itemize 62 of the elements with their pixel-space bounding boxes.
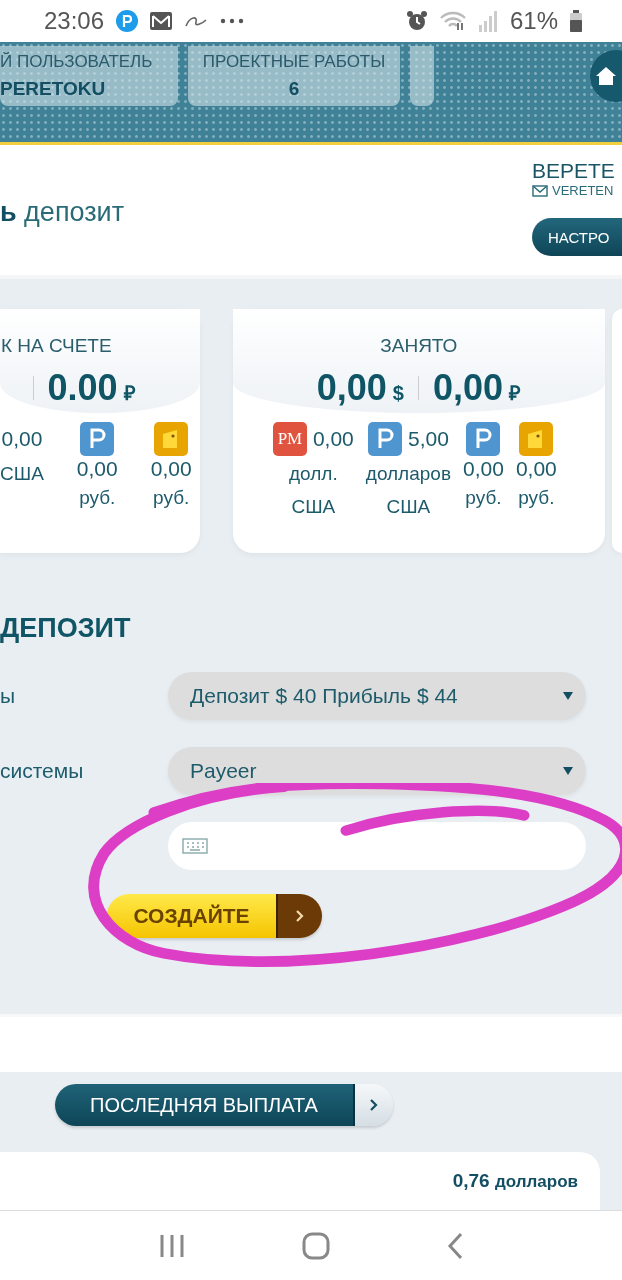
chevron-icon bbox=[296, 910, 304, 922]
p-notification-icon bbox=[116, 10, 139, 32]
settings-button[interactable]: НАСТРО bbox=[532, 218, 622, 256]
wallet-amount: 0,00 bbox=[150, 457, 192, 481]
wallet-amount: 5,00 bbox=[407, 427, 449, 451]
wallet-unit: США bbox=[0, 462, 44, 486]
field-label: ы bbox=[0, 684, 17, 708]
chevron-icon bbox=[370, 1099, 378, 1111]
squiggle-icon bbox=[184, 14, 209, 28]
wallet-amount: 0,00 bbox=[312, 427, 354, 451]
wallet-amount: 0,00 bbox=[1, 426, 43, 452]
wallet-icon bbox=[519, 422, 554, 456]
recent-apps-icon[interactable] bbox=[158, 1232, 185, 1259]
wallet-unit: долларов bbox=[365, 462, 451, 486]
section-heading: ДЕПОЗИТ bbox=[0, 613, 132, 644]
caret-icon bbox=[562, 766, 574, 776]
wallet-unit: руб. bbox=[153, 486, 190, 510]
home-nav-icon[interactable] bbox=[302, 1231, 330, 1260]
user-name: ВЕРЕТЕ bbox=[532, 159, 615, 183]
select-field[interactable]: Депозит $ 40 Прибыль $ 44 bbox=[168, 672, 586, 720]
wallet-amount: 0,00 bbox=[463, 457, 504, 481]
stat-label: Й ПОЛЬЗОВАТЕЛЬ bbox=[0, 52, 153, 72]
p-logo-icon bbox=[367, 422, 402, 456]
alarm-icon bbox=[405, 10, 428, 32]
total-amount: 0.00 ₽ bbox=[47, 367, 136, 409]
wallet-icon bbox=[154, 422, 189, 456]
card-title: К НА СЧЕТЕ bbox=[0, 335, 113, 357]
mail-icon bbox=[532, 184, 548, 197]
total-amount: 0,00 $ bbox=[316, 367, 404, 409]
wallet-amount: 0,00 bbox=[76, 457, 118, 481]
wallet-unit: руб. bbox=[465, 486, 502, 510]
payout-amount: 0,76 долларов bbox=[452, 1170, 578, 1192]
p-logo-icon bbox=[466, 422, 501, 456]
stat-value: PERETOKU bbox=[0, 78, 106, 100]
user-email: VERETEN bbox=[532, 183, 614, 198]
wallet-unit: США bbox=[386, 495, 431, 519]
status-time: 23:06 bbox=[44, 7, 105, 35]
wallet-unit: руб. bbox=[79, 486, 116, 510]
page-title: ь депозит bbox=[0, 197, 125, 229]
back-icon[interactable] bbox=[447, 1231, 464, 1260]
wallet-unit: долл. bbox=[289, 462, 338, 486]
battery-percent: 61% bbox=[509, 7, 558, 35]
signal-icon bbox=[477, 10, 498, 32]
stat-value: 6 bbox=[288, 78, 300, 100]
field-label: системы bbox=[0, 759, 85, 783]
pm-logo: PM bbox=[272, 422, 307, 456]
stat-panel bbox=[410, 46, 434, 106]
wallet-unit: США bbox=[291, 495, 336, 519]
total-amount: 0,00 ₽ bbox=[432, 367, 521, 409]
home-icon bbox=[594, 64, 618, 88]
more-icon bbox=[220, 18, 245, 24]
stat-label: ПРОЕКТНЫЕ РАБОТЫ bbox=[202, 52, 386, 72]
input-field[interactable] bbox=[168, 822, 586, 870]
wallet-amount: 0,00 bbox=[515, 457, 557, 481]
caret-icon bbox=[562, 691, 574, 701]
mail-icon bbox=[150, 12, 173, 30]
p-logo-icon bbox=[80, 422, 115, 456]
keyboard-icon bbox=[182, 838, 208, 854]
wallet-unit: руб. bbox=[518, 486, 555, 510]
battery-icon bbox=[570, 10, 582, 32]
wifi-icon bbox=[439, 11, 466, 31]
card-title: ЗАНЯТО bbox=[380, 335, 458, 357]
